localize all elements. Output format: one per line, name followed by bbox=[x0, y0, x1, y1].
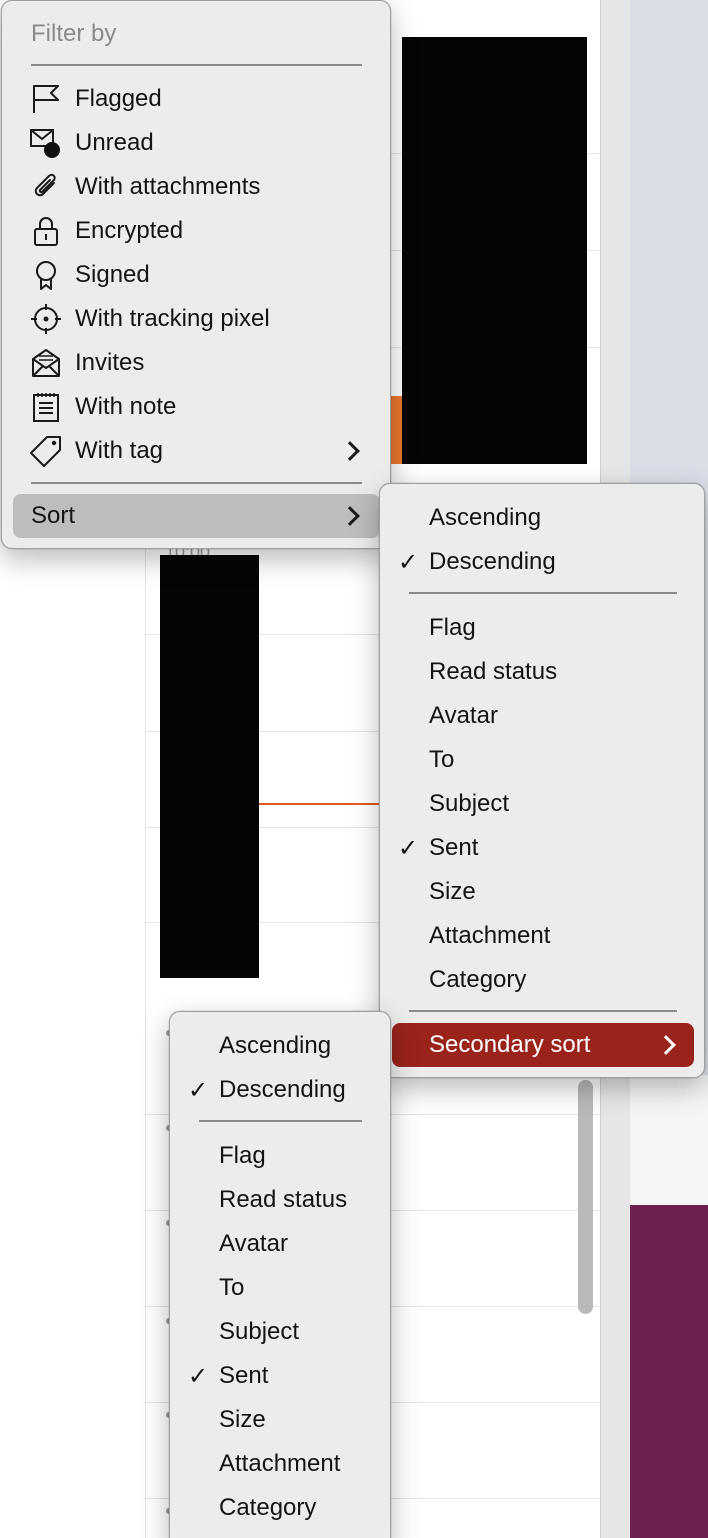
filter-with-attachments[interactable]: With attachments bbox=[2, 165, 390, 209]
secondary-sort-label: Secondary sort bbox=[429, 1031, 591, 1058]
secondary-field-label: Read status bbox=[219, 1186, 348, 1213]
sort-field-size[interactable]: Size bbox=[380, 870, 704, 914]
menu-separator bbox=[31, 64, 362, 66]
sort-field-label: Category bbox=[429, 966, 527, 993]
sort-menu-item[interactable]: Sort bbox=[2, 494, 390, 538]
paperclip-icon bbox=[29, 170, 63, 204]
sort-field-label: Avatar bbox=[429, 702, 498, 729]
redacted-block bbox=[160, 555, 259, 978]
secondary-field-label: Category bbox=[219, 1494, 317, 1521]
secondary-field-label: Subject bbox=[219, 1318, 300, 1345]
sort-field-label: Attachment bbox=[429, 922, 551, 949]
chevron-right-icon bbox=[656, 1035, 676, 1055]
sort-field-read-status[interactable]: Read status bbox=[380, 650, 704, 694]
filter-with-note-label: With note bbox=[75, 393, 177, 420]
sort-label: Sort bbox=[31, 502, 76, 529]
sort-field-flag[interactable]: Flag bbox=[380, 606, 704, 650]
checkmark-icon: ✓ bbox=[188, 1362, 209, 1390]
filter-invites[interactable]: Invites bbox=[2, 341, 390, 385]
sort-field-to[interactable]: To bbox=[380, 738, 704, 782]
checkmark-icon: ✓ bbox=[398, 834, 419, 862]
sort-field-avatar[interactable]: Avatar bbox=[380, 694, 704, 738]
sort-descending-label: Descending bbox=[429, 548, 556, 575]
secondary-field-sent[interactable]: ✓ Sent bbox=[170, 1354, 390, 1398]
sort-descending[interactable]: ✓ Descending bbox=[380, 540, 704, 584]
sort-field-label: Flag bbox=[429, 614, 476, 641]
today-marker-line bbox=[258, 803, 383, 805]
filter-invites-label: Invites bbox=[75, 349, 145, 376]
sort-field-category[interactable]: Category bbox=[380, 958, 704, 1002]
checkmark-icon: ✓ bbox=[188, 1076, 209, 1104]
secondary-descending-label: Descending bbox=[219, 1076, 346, 1103]
target-icon bbox=[29, 302, 63, 336]
menu-separator bbox=[31, 482, 362, 484]
secondary-field-label: Flag bbox=[219, 1142, 266, 1169]
secondary-field-size[interactable]: Size bbox=[170, 1398, 390, 1442]
sort-field-subject[interactable]: Subject bbox=[380, 782, 704, 826]
secondary-field-read-status[interactable]: Read status bbox=[170, 1178, 390, 1222]
reading-pane-image bbox=[630, 1075, 708, 1205]
menu-separator bbox=[199, 1120, 362, 1122]
filter-flagged-label: Flagged bbox=[75, 85, 162, 112]
secondary-field-avatar[interactable]: Avatar bbox=[170, 1222, 390, 1266]
filter-with-tag-label: With tag bbox=[75, 437, 164, 464]
menu-separator bbox=[409, 1010, 677, 1012]
secondary-field-attachment[interactable]: Attachment bbox=[170, 1442, 390, 1486]
secondary-field-to[interactable]: To bbox=[170, 1266, 390, 1310]
sort-field-sent[interactable]: ✓ Sent bbox=[380, 826, 704, 870]
secondary-field-flag[interactable]: Flag bbox=[170, 1134, 390, 1178]
chevron-right-icon bbox=[340, 506, 360, 526]
redacted-block bbox=[402, 37, 587, 464]
secondary-field-label: To bbox=[219, 1274, 245, 1301]
unread-mail-icon bbox=[29, 126, 63, 160]
sort-submenu: Ascending ✓ Descending Flag Read status … bbox=[379, 483, 705, 1078]
secondary-field-label: Avatar bbox=[219, 1230, 288, 1257]
secondary-field-label: Attachment bbox=[219, 1450, 341, 1477]
lock-icon bbox=[29, 214, 63, 248]
tag-icon bbox=[29, 434, 63, 468]
filter-menu-header: Filter by bbox=[31, 20, 117, 47]
filter-signed[interactable]: Signed bbox=[2, 253, 390, 297]
sort-field-label: To bbox=[429, 746, 455, 773]
filter-unread-label: Unread bbox=[75, 129, 154, 156]
filter-menu: Filter by Flagged Unread With attachment… bbox=[1, 0, 391, 549]
checkmark-icon: ✓ bbox=[398, 548, 419, 576]
secondary-descending[interactable]: ✓ Descending bbox=[170, 1068, 390, 1112]
secondary-field-label: Sent bbox=[219, 1362, 269, 1389]
sort-field-label: Sent bbox=[429, 834, 479, 861]
sort-field-attachment[interactable]: Attachment bbox=[380, 914, 704, 958]
note-icon bbox=[29, 390, 63, 424]
secondary-field-category[interactable]: Category bbox=[170, 1486, 390, 1530]
menu-separator bbox=[409, 592, 677, 594]
filter-flagged[interactable]: Flagged bbox=[2, 77, 390, 121]
sort-field-label: Size bbox=[429, 878, 476, 905]
flag-icon bbox=[29, 82, 63, 116]
ribbon-icon bbox=[29, 258, 63, 292]
sort-field-label: Read status bbox=[429, 658, 558, 685]
sort-field-label: Subject bbox=[429, 790, 510, 817]
filter-unread[interactable]: Unread bbox=[2, 121, 390, 165]
scrollbar-thumb[interactable] bbox=[578, 1080, 593, 1314]
secondary-ascending[interactable]: Ascending bbox=[170, 1024, 390, 1068]
filter-with-note[interactable]: With note bbox=[2, 385, 390, 429]
chevron-right-icon bbox=[340, 441, 360, 461]
filter-encrypted[interactable]: Encrypted bbox=[2, 209, 390, 253]
reading-pane-footer bbox=[630, 1205, 708, 1538]
secondary-ascending-label: Ascending bbox=[219, 1032, 332, 1059]
filter-with-attachments-label: With attachments bbox=[75, 173, 261, 200]
filter-with-tracking-pixel[interactable]: With tracking pixel bbox=[2, 297, 390, 341]
secondary-field-subject[interactable]: Subject bbox=[170, 1310, 390, 1354]
filter-signed-label: Signed bbox=[75, 261, 150, 288]
secondary-sort-menu-item[interactable]: Secondary sort bbox=[380, 1023, 704, 1067]
filter-with-tracking-pixel-label: With tracking pixel bbox=[75, 305, 270, 332]
secondary-sort-submenu: Ascending ✓ Descending Flag Read status … bbox=[169, 1011, 391, 1538]
filter-with-tag[interactable]: With tag bbox=[2, 429, 390, 473]
secondary-field-label: Size bbox=[219, 1406, 266, 1433]
filter-encrypted-label: Encrypted bbox=[75, 217, 184, 244]
invite-envelope-icon bbox=[29, 346, 63, 380]
sort-ascending-label: Ascending bbox=[429, 504, 542, 531]
sort-ascending[interactable]: Ascending bbox=[380, 496, 704, 540]
